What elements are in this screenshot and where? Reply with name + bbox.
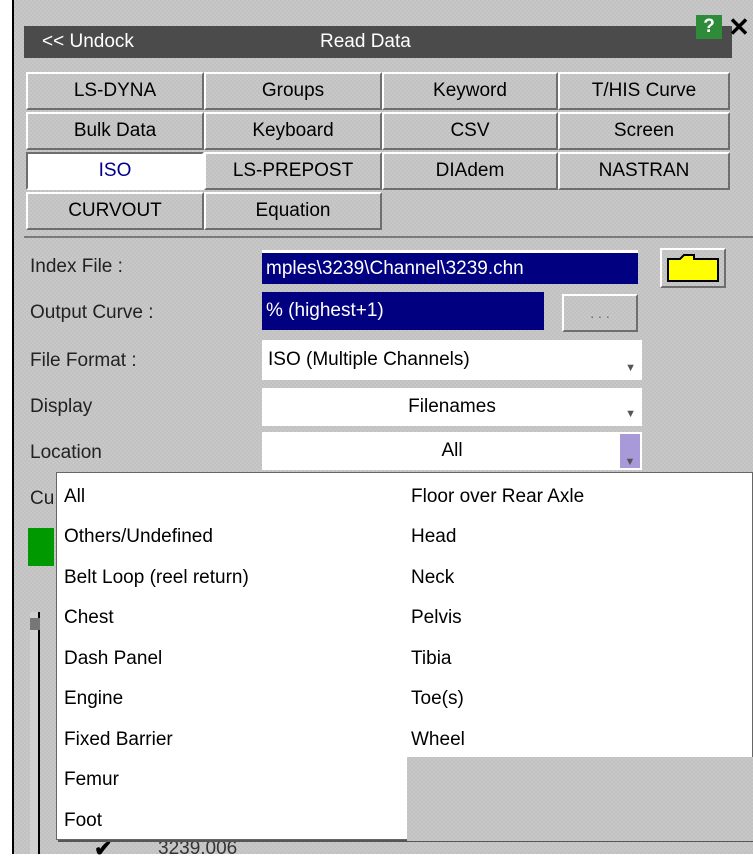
tab-keyword[interactable]: Keyword	[382, 72, 558, 110]
tab-screen[interactable]: Screen	[558, 112, 730, 150]
location-option[interactable]: Neck	[411, 567, 454, 589]
tab-bulk-data[interactable]: Bulk Data	[26, 112, 204, 150]
tab-groups[interactable]: Groups	[204, 72, 382, 110]
location-value: All	[441, 440, 463, 461]
tabs-grid: LS-DYNA Groups Keyword T/HIS Curve Bulk …	[26, 72, 730, 232]
dropdown-arrow-icon: ▼	[620, 434, 640, 468]
file-format-value: ISO (Multiple Channels)	[268, 349, 470, 370]
file-format-select[interactable]: ISO (Multiple Channels) ▼	[262, 340, 642, 380]
list-scrollbar-track[interactable]	[30, 612, 40, 854]
undock-button[interactable]: << Undock	[42, 29, 134, 55]
output-curve-more-button[interactable]: . . .	[562, 294, 638, 332]
tab-csv[interactable]: CSV	[382, 112, 558, 150]
tab-diadem[interactable]: DIAdem	[382, 152, 558, 190]
location-option[interactable]: All	[64, 486, 85, 508]
location-option[interactable]: Femur	[64, 769, 119, 791]
tab-keyboard[interactable]: Keyboard	[204, 112, 382, 150]
file-format-label: File Format :	[30, 350, 137, 371]
tab-nastran[interactable]: NASTRAN	[558, 152, 730, 190]
index-file-input[interactable]: mples\3239\Channel\3239.chn	[262, 250, 638, 284]
location-option[interactable]: Pelvis	[411, 607, 462, 629]
location-option[interactable]: Tibia	[411, 648, 451, 670]
location-option[interactable]: Chest	[64, 607, 114, 629]
location-option[interactable]: Foot	[64, 810, 102, 832]
index-file-label: Index File :	[30, 256, 123, 277]
tab-iso[interactable]: ISO	[26, 152, 204, 190]
location-option[interactable]: Dash Panel	[64, 648, 162, 670]
tab-equation[interactable]: Equation	[204, 192, 382, 230]
tab-this-curve[interactable]: T/HIS Curve	[558, 72, 730, 110]
tab-ls-prepost[interactable]: LS-PREPOST	[204, 152, 382, 190]
help-icon[interactable]: ?	[696, 15, 722, 39]
dropdown-arrow-icon: ▼	[625, 408, 636, 420]
location-label: Location	[30, 442, 102, 463]
display-select[interactable]: Filenames ▼	[262, 388, 642, 426]
output-curve-input[interactable]: % (highest+1)	[262, 292, 544, 330]
checkmark-icon: ✔	[94, 836, 113, 861]
green-action-button[interactable]	[28, 528, 54, 566]
list-item-partial: 3239.006	[158, 838, 238, 859]
browse-folder-button[interactable]	[660, 248, 726, 288]
location-option[interactable]: Belt Loop (reel return)	[64, 567, 249, 589]
dropdown-empty-area	[407, 757, 753, 841]
tab-ls-dyna[interactable]: LS-DYNA	[26, 72, 204, 110]
display-label: Display	[30, 396, 93, 417]
location-option[interactable]: Toe(s)	[411, 688, 464, 710]
location-option[interactable]: Floor over Rear Axle	[411, 486, 584, 508]
location-option[interactable]: Head	[411, 526, 456, 548]
location-option[interactable]: Wheel	[411, 729, 465, 751]
display-value: Filenames	[408, 396, 496, 417]
close-icon[interactable]: ✕	[725, 13, 753, 41]
window-title: Read Data	[320, 31, 411, 52]
output-curve-label: Output Curve :	[30, 302, 154, 323]
curve-label-partial: Cu	[30, 488, 55, 509]
section-divider	[24, 236, 753, 238]
folder-icon	[667, 254, 719, 282]
list-scrollbar-thumb[interactable]	[30, 618, 40, 630]
tab-curvout[interactable]: CURVOUT	[26, 192, 204, 230]
dropdown-arrow-icon: ▼	[625, 362, 636, 374]
location-select[interactable]: All ▼	[262, 432, 642, 470]
location-option[interactable]: Fixed Barrier	[64, 729, 173, 751]
location-option[interactable]: Others/Undefined	[64, 526, 213, 548]
location-option[interactable]: Engine	[64, 688, 123, 710]
